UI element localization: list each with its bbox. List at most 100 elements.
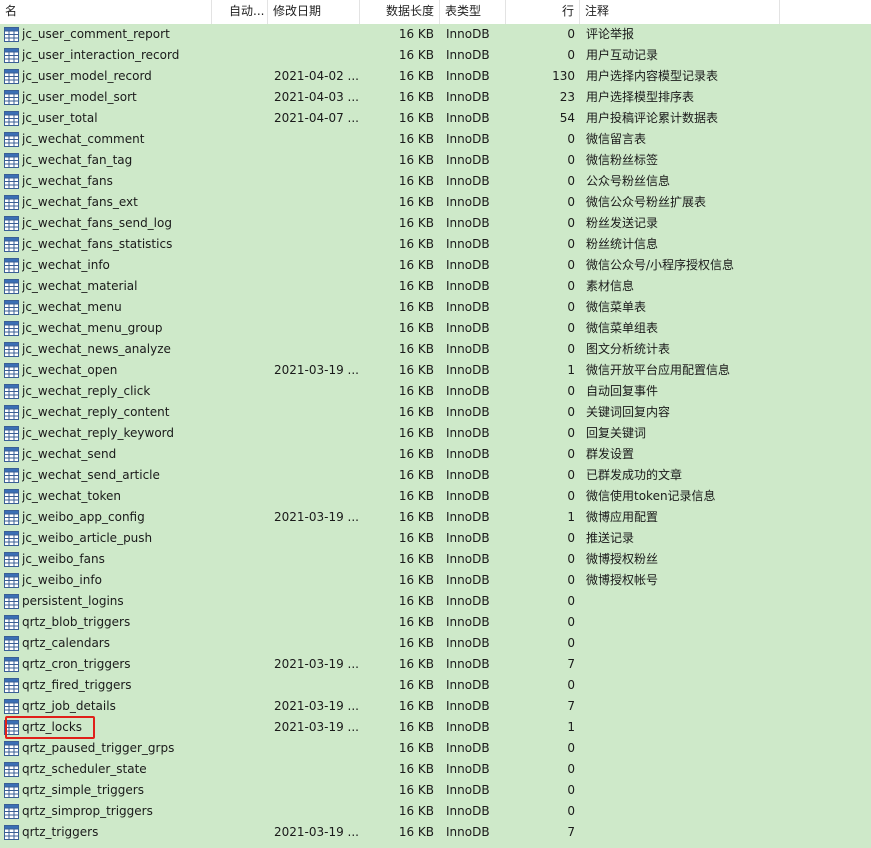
- table-row[interactable]: qrtz_locks 2021-03-19 ... 16 KB InnoDB 1: [0, 717, 871, 738]
- table-modified-date: [274, 339, 358, 360]
- table-row[interactable]: jc_weibo_info 16 KB InnoDB 0 微博授权帐号: [0, 570, 871, 591]
- table-row[interactable]: jc_wechat_news_analyze 16 KB InnoDB 0 图文分析统计…: [0, 339, 871, 360]
- table-row[interactable]: qrtz_simprop_triggers 16 KB InnoDB 0: [0, 801, 871, 822]
- table-row[interactable]: jc_wechat_fans_statistics 16 KB InnoDB 0 粉丝统…: [0, 234, 871, 255]
- table-row[interactable]: jc_wechat_fans_ext 16 KB InnoDB 0 微信公众号粉丝扩展表: [0, 192, 871, 213]
- table-row-count: 0: [567, 741, 575, 755]
- table-comment: 微博应用配置: [586, 510, 659, 524]
- table-data-length: 16 KB: [398, 699, 434, 713]
- table-name: qrtz_simprop_triggers: [22, 804, 153, 818]
- table-grid-icon: [4, 636, 19, 651]
- table-grid-icon: [4, 195, 19, 210]
- table-row[interactable]: qrtz_blob_triggers 16 KB InnoDB 0: [0, 612, 871, 633]
- table-row[interactable]: qrtz_scheduler_state 16 KB InnoDB 0: [0, 759, 871, 780]
- table-row[interactable]: jc_wechat_menu 16 KB InnoDB 0 微信菜单表: [0, 297, 871, 318]
- table-row-count: 0: [567, 468, 575, 482]
- table-row[interactable]: jc_weibo_app_config 2021-03-19 ... 16 KB In…: [0, 507, 871, 528]
- table-modified-date: [274, 276, 358, 297]
- table-data-length: 16 KB: [398, 195, 434, 209]
- table-name: jc_weibo_app_config: [22, 510, 145, 524]
- table-data-length: 16 KB: [398, 531, 434, 545]
- table-data-length: 16 KB: [398, 615, 434, 629]
- table-row[interactable]: jc_user_model_sort 2021-04-03 ... 16 KB Inn…: [0, 87, 871, 108]
- table-row-count: 0: [567, 174, 575, 188]
- table-comment: 微信公众号粉丝扩展表: [586, 195, 707, 209]
- table-row[interactable]: qrtz_calendars 16 KB InnoDB 0: [0, 633, 871, 654]
- table-row[interactable]: qrtz_paused_trigger_grps 16 KB InnoDB 0: [0, 738, 871, 759]
- table-comment: 用户选择内容模型记录表: [586, 69, 719, 83]
- table-modified-date: [274, 633, 358, 654]
- table-row[interactable]: jc_user_total 2021-04-07 ... 16 KB InnoDB 54…: [0, 108, 871, 129]
- table-row[interactable]: qrtz_cron_triggers 2021-03-19 ... 16 KB Inn…: [0, 654, 871, 675]
- table-row-count: 0: [567, 552, 575, 566]
- table-name: jc_wechat_send_article: [22, 468, 160, 482]
- table-row[interactable]: jc_weibo_article_push 16 KB InnoDB 0 推送记录: [0, 528, 871, 549]
- table-grid-icon: [4, 153, 19, 168]
- table-row-count: 0: [567, 405, 575, 419]
- table-comment: 微博授权帐号: [586, 573, 659, 587]
- table-modified-date: [274, 780, 358, 801]
- column-header-auto-increment[interactable]: 自动...: [212, 0, 268, 24]
- table-comment: 公众号粉丝信息: [586, 174, 671, 188]
- table-row-count: 0: [567, 573, 575, 587]
- table-modified-date: [274, 150, 358, 171]
- table-row[interactable]: jc_user_model_record 2021-04-02 ... 16 KB I…: [0, 66, 871, 87]
- table-comment: 群发设置: [586, 447, 635, 461]
- table-row[interactable]: jc_wechat_fans 16 KB InnoDB 0 公众号粉丝信息: [0, 171, 871, 192]
- table-row[interactable]: jc_user_interaction_record 16 KB InnoDB 0 用户…: [0, 45, 871, 66]
- table-row[interactable]: qrtz_triggers 2021-03-19 ... 16 KB InnoDB 7: [0, 822, 871, 843]
- table-row[interactable]: qrtz_simple_triggers 16 KB InnoDB 0: [0, 780, 871, 801]
- table-row[interactable]: jc_wechat_reply_keyword 16 KB InnoDB 0 回复关键词: [0, 423, 871, 444]
- table-modified-date: [274, 381, 358, 402]
- column-header-modified-date[interactable]: 修改日期: [268, 0, 360, 24]
- table-data-length: 16 KB: [398, 426, 434, 440]
- table-engine: InnoDB: [446, 615, 490, 629]
- table-row[interactable]: jc_wechat_open 2021-03-19 ... 16 KB InnoDB 1…: [0, 360, 871, 381]
- table-row[interactable]: jc_wechat_material 16 KB InnoDB 0 素材信息: [0, 276, 871, 297]
- table-engine: InnoDB: [446, 489, 490, 503]
- column-header-name[interactable]: 名: [0, 0, 212, 24]
- table-row[interactable]: jc_wechat_reply_content 16 KB InnoDB 0 关键词回复…: [0, 402, 871, 423]
- table-row[interactable]: jc_user_comment_report 16 KB InnoDB 0 评论举报: [0, 24, 871, 45]
- table-comment: 微信开放平台应用配置信息: [586, 363, 731, 377]
- table-name: qrtz_calendars: [22, 636, 110, 650]
- table-row-count: 130: [552, 69, 575, 83]
- table-comment: 微信使用token记录信息: [586, 489, 716, 503]
- table-row[interactable]: jc_wechat_fans_send_log 16 KB InnoDB 0 粉丝发送记…: [0, 213, 871, 234]
- table-comment: [586, 675, 866, 696]
- table-row[interactable]: jc_wechat_fan_tag 16 KB InnoDB 0 微信粉丝标签: [0, 150, 871, 171]
- table-row[interactable]: qrtz_job_details 2021-03-19 ... 16 KB InnoD…: [0, 696, 871, 717]
- column-header-data-length[interactable]: 数据长度: [360, 0, 440, 24]
- column-header-rows[interactable]: 行: [506, 0, 580, 24]
- table-grid-icon: [4, 510, 19, 525]
- table-data-length: 16 KB: [398, 174, 434, 188]
- table-row[interactable]: jc_wechat_reply_click 16 KB InnoDB 0 自动回复事件: [0, 381, 871, 402]
- table-grid-icon: [4, 657, 19, 672]
- table-row[interactable]: jc_wechat_send_article 16 KB InnoDB 0 已群发成功的…: [0, 465, 871, 486]
- table-row[interactable]: jc_wechat_menu_group 16 KB InnoDB 0 微信菜单组表: [0, 318, 871, 339]
- table-row[interactable]: jc_wechat_send 16 KB InnoDB 0 群发设置: [0, 444, 871, 465]
- table-grid-icon: [4, 489, 19, 504]
- table-engine: InnoDB: [446, 27, 490, 41]
- table-data-length: 16 KB: [398, 489, 434, 503]
- table-grid-icon: [4, 48, 19, 63]
- table-row[interactable]: jc_wechat_info 16 KB InnoDB 0 微信公众号/小程序授权信息: [0, 255, 871, 276]
- table-row-count: 0: [567, 237, 575, 251]
- table-data-length: 16 KB: [398, 594, 434, 608]
- table-row[interactable]: qrtz_fired_triggers 16 KB InnoDB 0: [0, 675, 871, 696]
- column-header-engine[interactable]: 表类型: [440, 0, 506, 24]
- table-row-count: 0: [567, 384, 575, 398]
- table-grid-icon: [4, 426, 19, 441]
- table-row[interactable]: jc_weibo_fans 16 KB InnoDB 0 微博授权粉丝: [0, 549, 871, 570]
- column-header-comment[interactable]: 注释: [580, 0, 780, 24]
- table-row[interactable]: jc_wechat_comment 16 KB InnoDB 0 微信留言表: [0, 129, 871, 150]
- table-row-count: 0: [567, 531, 575, 545]
- table-name: jc_wechat_open: [22, 363, 118, 377]
- table-data-length: 16 KB: [398, 468, 434, 482]
- table-row[interactable]: persistent_logins 16 KB InnoDB 0: [0, 591, 871, 612]
- table-engine: InnoDB: [446, 111, 490, 125]
- table-engine: InnoDB: [446, 237, 490, 251]
- table-row[interactable]: jc_wechat_token 16 KB InnoDB 0 微信使用token记录信息: [0, 486, 871, 507]
- table-modified-date: [274, 129, 358, 150]
- table-engine: InnoDB: [446, 321, 490, 335]
